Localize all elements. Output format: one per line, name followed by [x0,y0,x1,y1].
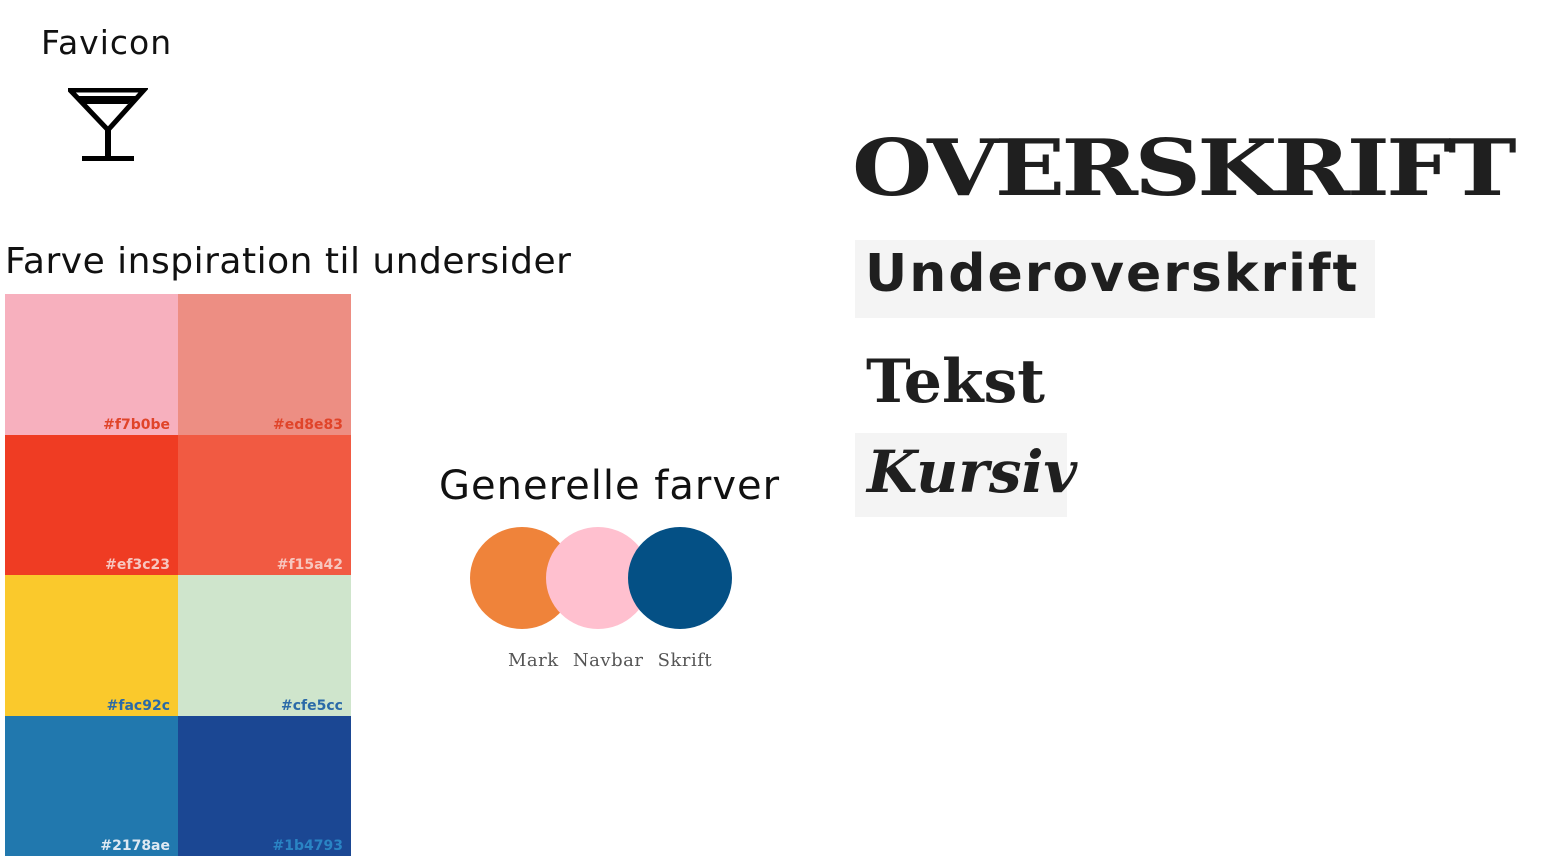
swatch-hex-label: #ed8e83 [273,416,343,433]
italic-font-sample-box: Kursiv [855,433,1077,517]
swatch-hex-label: #ef3c23 [105,557,170,573]
swatch-hex-label: #cfe5cc [281,697,343,714]
subheading-font-sample: Underoverskrift [865,244,1360,304]
general-colors-labels: Mark Navbar Skrift [508,650,720,671]
palette-grid: #f7b0be #ed8e83 #ef3c23 #f15a42 #fac92c #cfe5… [5,294,351,856]
color-swatch: #f7b0be [5,294,178,435]
skrift-label: Skrift [657,650,713,671]
color-swatch: #fac92c [5,575,178,716]
mark-label: Mark [508,650,559,671]
swatch-hex-label: #f15a42 [276,557,343,573]
swatch-hex-label: #fac92c [106,697,170,714]
color-swatch: #1b4793 [178,715,351,856]
color-swatch: #ef3c23 [5,434,178,575]
body-font-sample: Tekst [866,347,1046,417]
color-swatch: #cfe5cc [178,575,351,716]
color-swatch: #2178ae [5,715,178,856]
color-swatch: #f15a42 [178,434,351,575]
skrift-color-circle [628,527,732,629]
italic-font-sample: Kursiv [867,438,1078,506]
palette-title: Farve inspiration til undersider [5,241,572,282]
swatch-hex-label: #f7b0be [103,416,170,433]
heading-font-sample: OVERSKRIFT [852,123,1517,214]
general-colors-title: Generelle farver [439,463,781,509]
swatch-hex-label: #1b4793 [272,838,343,854]
navbar-label: Navbar [572,650,644,671]
subheading-font-sample-box: Underoverskrift [855,240,1375,318]
general-colors-circles [470,527,740,631]
favicon-title: Favicon [41,23,173,62]
color-swatch: #ed8e83 [178,294,351,435]
martini-glass-icon [64,87,150,164]
swatch-hex-label: #2178ae [100,838,170,854]
